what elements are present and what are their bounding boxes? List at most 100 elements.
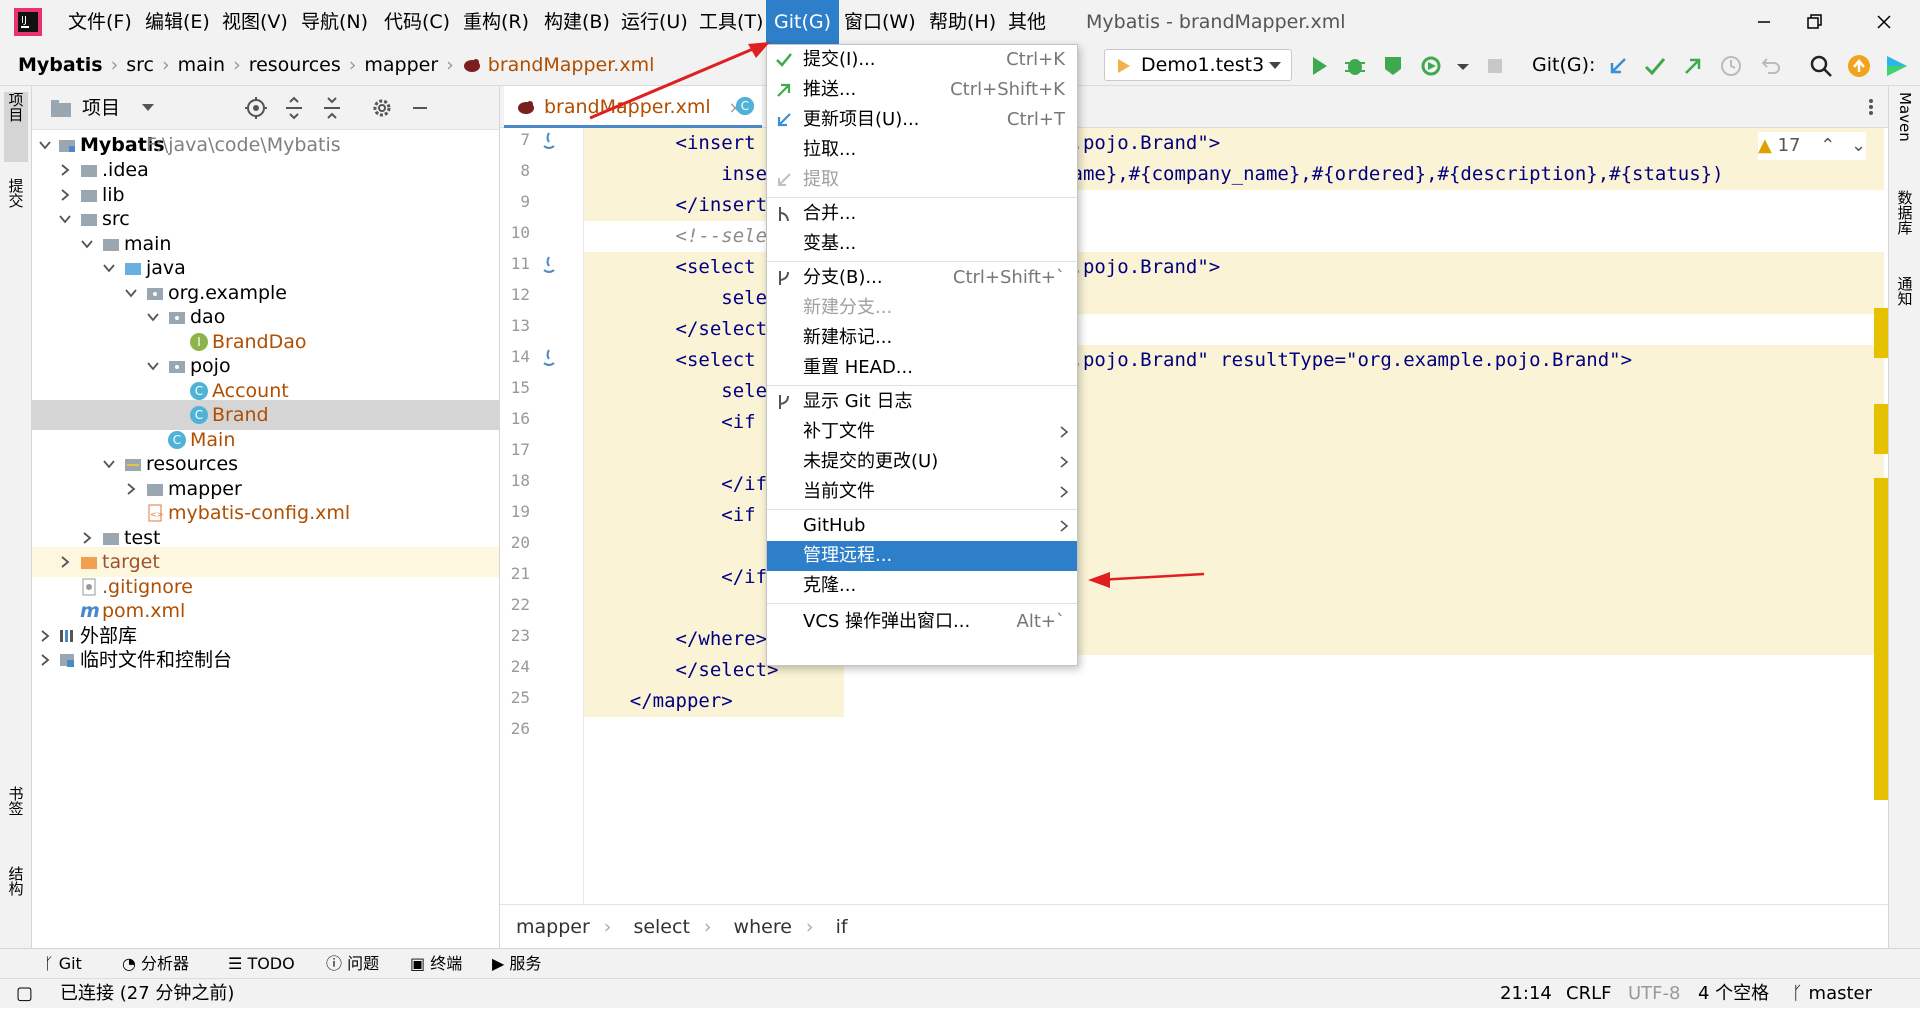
tree-item-scratches[interactable]: 临时文件和控制台 [32,645,499,675]
tool-maven[interactable]: Maven [1893,92,1917,170]
profiler-icon: ◔ [122,954,142,973]
tool-bookmarks[interactable]: 书签 [4,786,28,846]
tool-project[interactable]: 项目 [4,92,28,162]
debug-icon[interactable] [1342,53,1368,79]
git-menu-merge[interactable]: 合并... [767,199,1077,229]
run-config-select[interactable]: Demo1.test3 [1104,49,1292,81]
git-menu-uncommitted[interactable]: 未提交的更改(U) [767,447,1077,477]
crumb-if[interactable]: if [836,916,848,938]
git-branch-icon: ᚴ [1792,983,1809,1004]
git-menu-vcs-popup[interactable]: VCS 操作弹出窗口... Alt+` [767,607,1077,637]
git-menu-github[interactable]: GitHub [767,511,1077,541]
crumb-select[interactable]: select [633,916,689,938]
menu-navigate[interactable]: 导航(N) [299,0,370,44]
jetbrains-toolbox-icon[interactable] [1884,53,1910,79]
run-icon[interactable] [1306,53,1332,79]
project-panel-title[interactable]: 项目 [82,86,120,130]
more-run-chevron-icon[interactable] [1450,53,1476,79]
menu-refactor[interactable]: 重构(R) [461,0,531,44]
breadcrumb-main[interactable]: main [178,54,225,76]
warning-stripe-mark[interactable] [1874,308,1888,358]
search-icon[interactable] [1808,53,1834,79]
git-menu-pull[interactable]: 拉取... [767,135,1077,165]
git-menu-show-log[interactable]: 显示 Git 日志 [767,387,1077,417]
git-menu-patch[interactable]: 补丁文件 [767,417,1077,447]
git-menu-rebase[interactable]: 变基... [767,229,1077,259]
crumb-where[interactable]: where [734,916,792,938]
tool-commit[interactable]: 提交 [4,178,28,238]
maven-file-icon: m [80,600,100,622]
package-icon [147,288,163,300]
menu-separator [767,603,1077,604]
menu-other[interactable]: 其他 [1006,0,1048,44]
breadcrumb-mapper[interactable]: mapper [364,54,438,76]
tool-terminal[interactable]: ▣ 终端 [410,949,462,979]
chevron-down-icon[interactable]: ⌄ [1851,135,1866,156]
menu-edit[interactable]: 编辑(E) [143,0,212,44]
collapse-all-icon[interactable] [320,96,344,120]
file-encoding[interactable]: UTF-8 [1628,979,1680,1009]
close-icon[interactable] [1870,8,1898,36]
git-menu-clone[interactable]: 克隆... [767,571,1077,601]
breadcrumb-src[interactable]: src [126,54,154,76]
git-menu-commit[interactable]: 提交(I)... Ctrl+K [767,45,1077,75]
chevron-down-icon [147,362,159,371]
chevron-down-icon[interactable] [142,104,154,112]
menu-code[interactable]: 代码(C) [382,0,452,44]
chevron-up-icon[interactable]: ⌃ [1820,135,1835,156]
indent-setting[interactable]: 4 个空格 [1698,979,1769,1009]
git-commit-icon[interactable] [1642,53,1668,79]
git-menu-push[interactable]: 推送... Ctrl+Shift+K [767,75,1077,105]
java-mapper-icon[interactable] [540,254,558,276]
crumb-mapper[interactable]: mapper [516,916,590,938]
inspection-widget[interactable]: ▲ 17 ⌃ ⌄ [1758,132,1867,160]
git-menu-reset-head[interactable]: 重置 HEAD... [767,353,1077,383]
caret-position[interactable]: 21:14 [1500,979,1552,1009]
menu-view[interactable]: 视图(V) [220,0,290,44]
tool-git[interactable]: ᚴ Git [44,949,82,979]
tool-maven-label: Maven [1896,92,1914,142]
warning-stripe-mark[interactable] [1874,404,1888,454]
java-mapper-icon[interactable] [540,347,558,369]
tool-database[interactable]: 数据库 [1893,190,1917,262]
git-push-icon[interactable] [1680,53,1706,79]
class-icon: C [190,382,208,400]
git-menu-update[interactable]: 更新项目(U)... Ctrl+T [767,105,1077,135]
breadcrumb-resources[interactable]: resources [249,54,341,76]
tool-structure[interactable]: 结构 [4,866,28,926]
git-menu-current-file[interactable]: 当前文件 [767,477,1077,507]
coverage-icon[interactable] [1380,53,1406,79]
line-separator[interactable]: CRLF [1566,979,1611,1009]
tool-bookmarks-label: 书签 [6,786,25,816]
tool-problems[interactable]: ⓘ 问题 [326,949,379,979]
locate-icon[interactable] [244,96,268,120]
toggle-tool-windows-icon[interactable]: ▢ [16,979,33,1009]
tool-profiler[interactable]: ◔ 分析器 [122,949,189,979]
git-menu-branches[interactable]: 分支(B)... Ctrl+Shift+` [767,263,1077,293]
git-menu-new-tag[interactable]: 新建标记... [767,323,1077,353]
tool-services[interactable]: ▶ 服务 [492,949,541,979]
tool-notifications[interactable]: 通知 [1893,276,1917,336]
profile-icon[interactable] [1418,53,1444,79]
git-update-icon[interactable] [1605,53,1631,79]
git-menu-dropdown: 提交(I)... Ctrl+K 推送... Ctrl+Shift+K 更新项目(U)… [766,44,1078,666]
git-branch-widget[interactable]: ᚴ master [1792,979,1872,1009]
menu-help[interactable]: 帮助(H) [927,0,998,44]
menu-file[interactable]: 文件(F) [66,0,134,44]
git-menu-manage-remotes[interactable]: 管理远程... [767,541,1077,571]
tool-todo[interactable]: ☰ TODO [228,949,295,979]
warning-stripe-mark[interactable] [1874,478,1888,800]
git-history-icon[interactable] [1718,53,1744,79]
stop-icon[interactable] [1482,53,1508,79]
expand-all-icon[interactable] [282,96,306,120]
ide-update-icon[interactable] [1846,53,1872,79]
minimize-icon[interactable] [1750,8,1778,36]
project-panel-header: 项目 [32,86,499,130]
restore-icon[interactable] [1800,8,1828,36]
hide-panel-icon[interactable] [408,96,432,120]
breadcrumb-project[interactable]: Mybatis [18,54,103,76]
java-mapper-icon[interactable] [540,130,558,152]
menu-window[interactable]: 窗口(W) [842,0,918,44]
git-rollback-icon[interactable] [1756,53,1782,79]
gear-icon[interactable] [370,96,394,120]
